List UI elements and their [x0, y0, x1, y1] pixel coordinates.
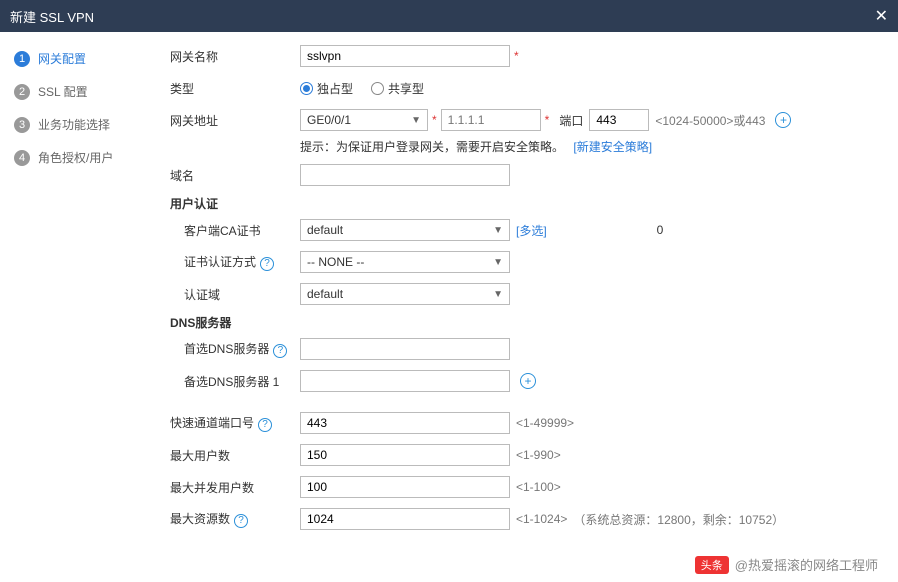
chevron-down-icon: ▼: [493, 289, 503, 300]
port-range-hint: <1024-50000>或443: [655, 112, 765, 129]
range-hint: <1-49999>: [516, 416, 574, 430]
max-users-input[interactable]: [300, 444, 510, 466]
security-tip: 提示：为保证用户登录网关，需要开启安全策略。 [新建安全策略]: [300, 138, 878, 155]
step-role-user[interactable]: 4 角色授权/用户: [0, 141, 150, 174]
help-icon[interactable]: ?: [260, 257, 274, 271]
step-num-icon: 1: [14, 51, 30, 67]
resource-hint: （系统总资源：12800，剩余：10752）: [573, 511, 784, 528]
add-icon[interactable]: +: [775, 112, 791, 128]
chevron-down-icon: ▼: [493, 225, 503, 236]
watermark-badge: 头条: [695, 556, 729, 574]
label-port: 端口: [559, 112, 583, 129]
rapid-port-input[interactable]: [300, 412, 510, 434]
label-gateway-name: 网关名称: [170, 48, 300, 65]
client-ca-select[interactable]: default ▼: [300, 219, 510, 241]
close-icon[interactable]: ✕: [875, 6, 888, 26]
required-mark: *: [514, 49, 519, 63]
label-max-concurrent: 最大并发用户数: [170, 479, 300, 496]
step-sidebar: 1 网关配置 2 SSL 配置 3 业务功能选择 4 角色授权/用户: [0, 32, 150, 582]
label-auth-domain: 认证域: [170, 286, 300, 303]
section-dns: DNS服务器: [170, 314, 878, 331]
step-label: 业务功能选择: [38, 116, 110, 133]
radio-icon: [371, 82, 384, 95]
domain-input[interactable]: [300, 164, 510, 186]
section-user-auth: 用户认证: [170, 195, 878, 212]
label-max-users: 最大用户数: [170, 447, 300, 464]
step-ssl-config[interactable]: 2 SSL 配置: [0, 75, 150, 108]
label-domain: 域名: [170, 167, 300, 184]
label-max-resources: 最大资源数?: [170, 510, 300, 528]
range-hint: <1-1024>: [516, 512, 567, 526]
dns-backup-input[interactable]: [300, 370, 510, 392]
required-mark: *: [432, 113, 437, 127]
ca-count: 0: [657, 223, 664, 237]
port-input[interactable]: [589, 109, 649, 131]
step-label: SSL 配置: [38, 83, 88, 100]
step-gateway-config[interactable]: 1 网关配置: [0, 42, 150, 75]
radio-icon: [300, 82, 313, 95]
help-icon[interactable]: ?: [234, 514, 248, 528]
range-hint: <1-100>: [516, 480, 561, 494]
add-icon[interactable]: +: [520, 373, 536, 389]
radio-exclusive[interactable]: 独占型: [300, 80, 353, 97]
label-cert-auth: 证书认证方式?: [170, 253, 300, 271]
form-panel: 网关名称 * 类型 独占型 共享型 网关地址 GE0/0/1 ▼: [150, 32, 898, 582]
label-client-ca: 客户端CA证书: [170, 222, 300, 239]
cert-auth-select[interactable]: -- NONE -- ▼: [300, 251, 510, 273]
watermark-text: @热爱摇滚的网络工程师: [735, 555, 878, 574]
label-dns-backup: 备选DNS服务器 1: [170, 373, 300, 390]
title-bar: 新建 SSL VPN ✕: [0, 0, 898, 32]
step-num-icon: 2: [14, 84, 30, 100]
step-num-icon: 4: [14, 150, 30, 166]
dns-primary-input[interactable]: [300, 338, 510, 360]
step-service-select[interactable]: 3 业务功能选择: [0, 108, 150, 141]
interface-select[interactable]: GE0/0/1 ▼: [300, 109, 428, 131]
gateway-name-input[interactable]: [300, 45, 510, 67]
step-label: 角色授权/用户: [38, 149, 113, 166]
help-icon[interactable]: ?: [273, 344, 287, 358]
type-radio-group: 独占型 共享型: [300, 80, 424, 97]
dialog-title: 新建 SSL VPN: [10, 7, 94, 26]
required-mark: *: [545, 113, 550, 127]
label-type: 类型: [170, 80, 300, 97]
max-resources-input[interactable]: [300, 508, 510, 530]
ip-input[interactable]: [441, 109, 541, 131]
max-concurrent-input[interactable]: [300, 476, 510, 498]
watermark: 头条 @热爱摇滚的网络工程师: [695, 555, 878, 574]
label-dns-primary: 首选DNS服务器?: [170, 340, 300, 358]
help-icon[interactable]: ?: [258, 418, 272, 432]
step-label: 网关配置: [38, 50, 86, 67]
auth-domain-select[interactable]: default ▼: [300, 283, 510, 305]
multi-select-link[interactable]: [多选]: [516, 222, 547, 239]
chevron-down-icon: ▼: [493, 257, 503, 268]
new-security-policy-link[interactable]: [新建安全策略]: [573, 140, 652, 154]
radio-shared[interactable]: 共享型: [371, 80, 424, 97]
step-num-icon: 3: [14, 117, 30, 133]
label-gateway-addr: 网关地址: [170, 112, 300, 129]
label-rapid-port: 快速通道端口号?: [170, 414, 300, 432]
dialog-body: 1 网关配置 2 SSL 配置 3 业务功能选择 4 角色授权/用户 网关名称 …: [0, 32, 898, 582]
range-hint: <1-990>: [516, 448, 561, 462]
chevron-down-icon: ▼: [411, 115, 421, 126]
